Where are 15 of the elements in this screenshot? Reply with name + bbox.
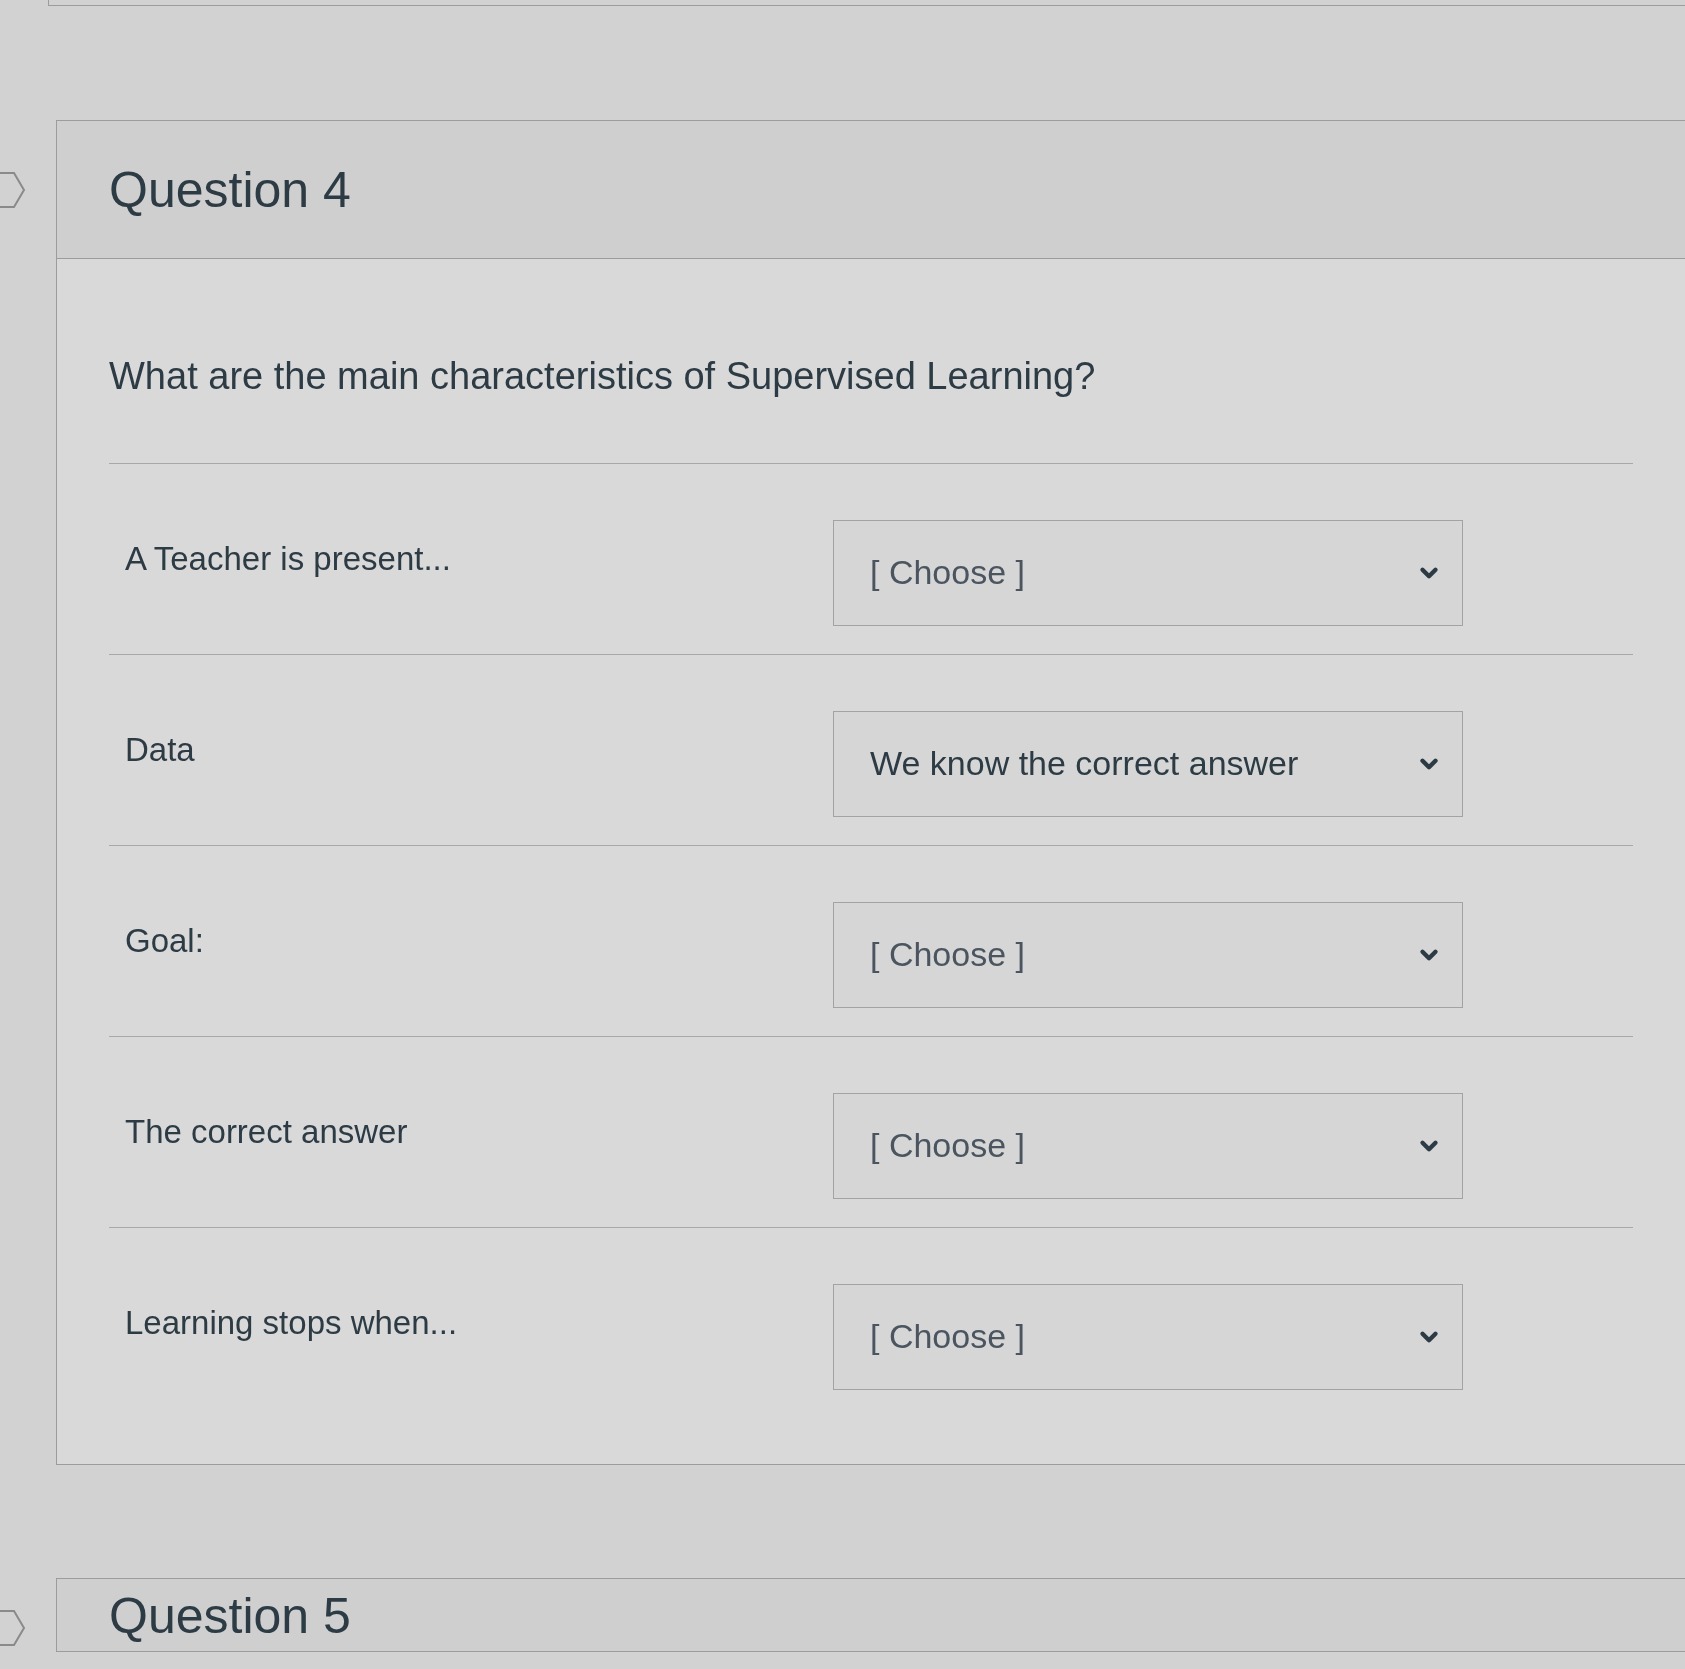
question-title: Question 5 [109, 1587, 351, 1644]
answer-dropdown[interactable]: We know the correct answer [833, 710, 1463, 817]
tag-icon[interactable] [0, 170, 26, 210]
match-label: Learning stops when... [125, 1303, 458, 1341]
match-label: The correct answer [125, 1112, 408, 1150]
answer-dropdown[interactable]: [ Choose ] [833, 1283, 1463, 1390]
question-prompt: What are the main characteristics of Supervised Learning? [109, 354, 1097, 399]
match-label: Goal: [125, 921, 204, 959]
match-label: Data [125, 730, 195, 768]
answer-dropdown[interactable]: [ Choose ] [833, 519, 1463, 626]
tag-icon[interactable] [0, 1607, 26, 1648]
answer-dropdown[interactable]: [ Choose ] [833, 901, 1463, 1008]
match-label: A Teacher is present... [125, 539, 451, 577]
question-title: Question 4 [109, 164, 351, 215]
answer-dropdown[interactable]: [ Choose ] [833, 1092, 1463, 1199]
